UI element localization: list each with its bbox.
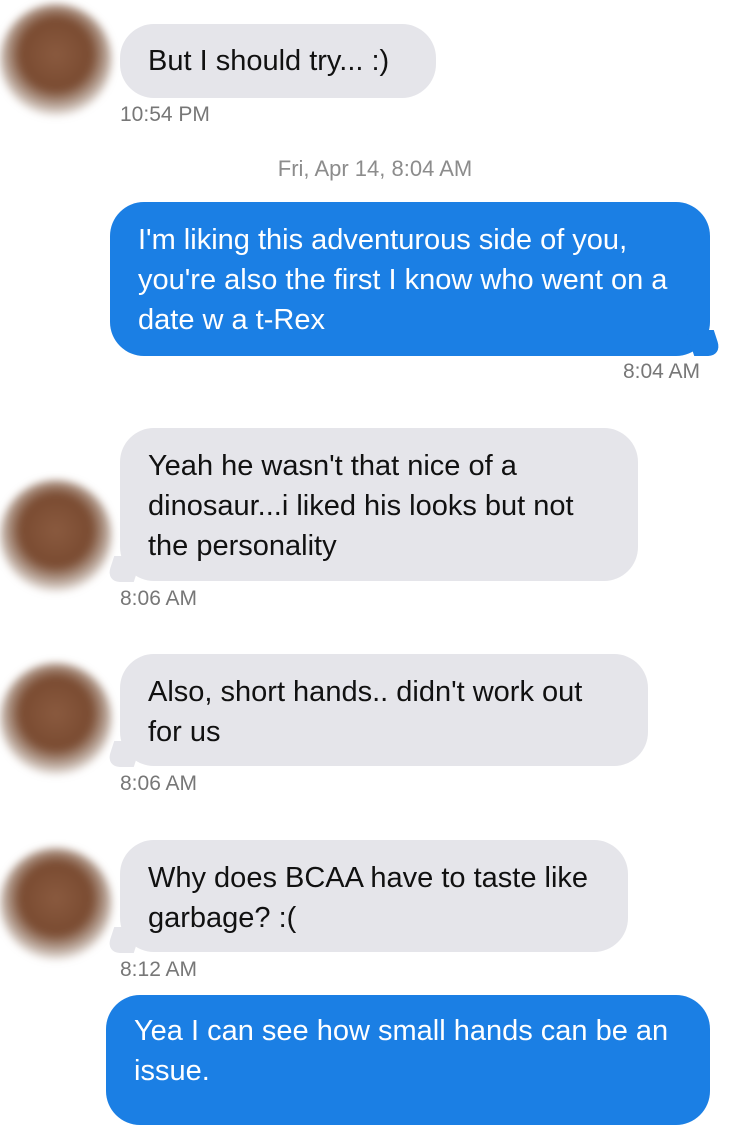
message-text: Yea I can see how small hands can be an … — [134, 1015, 669, 1087]
bubble-tail — [105, 927, 143, 953]
incoming-message-bubble[interactable]: But I should try... :) — [120, 24, 436, 98]
message-timestamp: 8:06 AM — [120, 587, 198, 610]
contact-avatar[interactable] — [0, 848, 112, 960]
message-text: But I should try... :) — [148, 45, 390, 77]
incoming-message-bubble[interactable]: Also, short hands.. didn't work out for … — [120, 654, 648, 766]
contact-avatar[interactable] — [0, 4, 112, 116]
outgoing-message-bubble[interactable]: I'm liking this adventurous side of you,… — [110, 202, 710, 356]
day-separator: Fri, Apr 14, 8:04 AM — [277, 156, 473, 181]
message-timestamp: 8:04 AM — [622, 360, 700, 383]
message-text: Yeah he wasn't that nice of a dinosaur..… — [148, 450, 574, 562]
contact-avatar[interactable] — [0, 663, 112, 775]
outgoing-message-bubble[interactable]: Yea I can see how small hands can be an … — [106, 995, 710, 1125]
message-timestamp: 10:54 PM — [120, 103, 210, 126]
message-timestamp: 8:12 AM — [120, 958, 198, 981]
message-text: Also, short hands.. didn't work out for … — [148, 676, 583, 748]
message-text: I'm liking this adventurous side of you,… — [138, 224, 668, 336]
message-timestamp: 8:06 AM — [120, 772, 198, 795]
incoming-message-bubble[interactable]: Why does BCAA have to taste like garbage… — [120, 840, 628, 952]
incoming-message-bubble[interactable]: Yeah he wasn't that nice of a dinosaur..… — [120, 428, 638, 581]
message-text: Why does BCAA have to taste like garbage… — [148, 862, 589, 934]
contact-avatar[interactable] — [0, 480, 112, 592]
bubble-tail — [105, 741, 143, 767]
bubble-tail — [105, 556, 143, 582]
